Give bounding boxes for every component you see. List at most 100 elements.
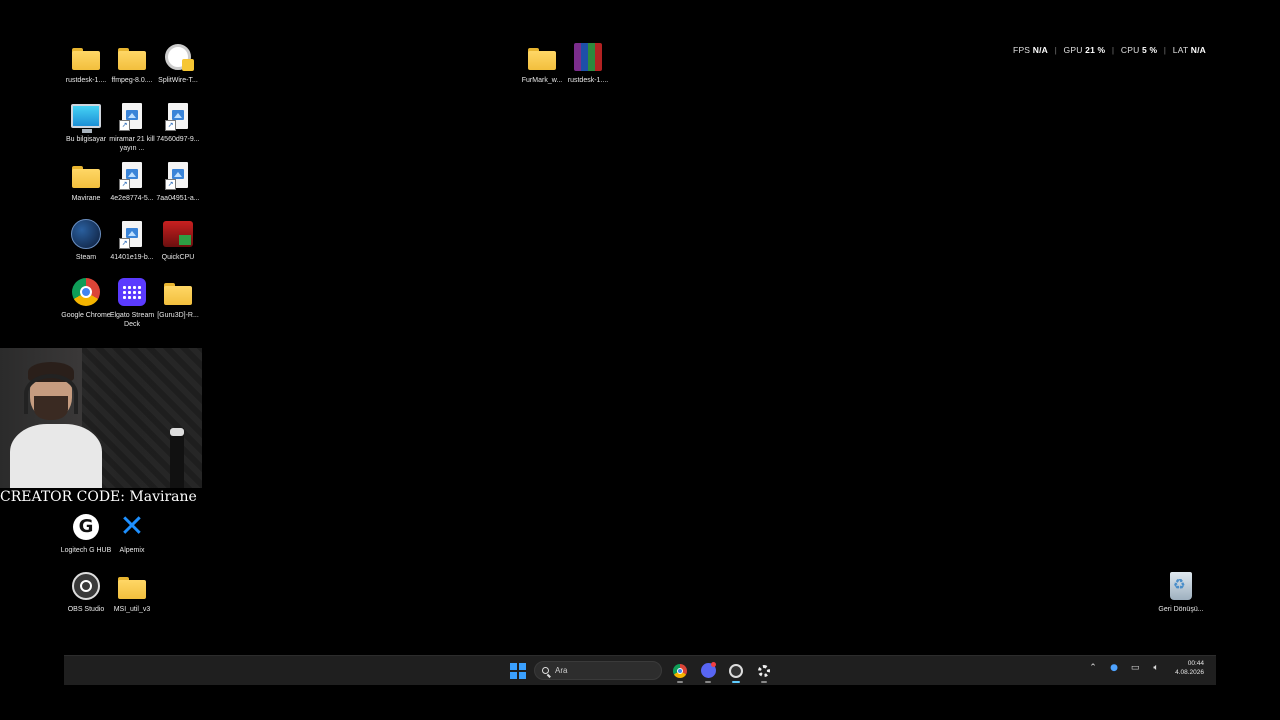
lat-value: N/A (1190, 45, 1206, 55)
desktop-icon-elgato-stream-deck[interactable]: Elgato Stream Deck (109, 277, 155, 329)
winrar-icon (573, 42, 603, 72)
creator-code-text: CREATOR CODE: Mavirane (0, 489, 197, 505)
taskbar-app-chrome[interactable] (670, 661, 690, 683)
desktop-icon-label: Elgato Stream Deck (109, 312, 155, 328)
headset-icon (24, 374, 78, 414)
desktop-icon-label: SplitWire-T... (158, 77, 198, 84)
desktop-icon-image-7aa04951[interactable]: ↗ 7aa04951-a... (155, 160, 201, 203)
desktop-icon-label: QuickCPU (161, 254, 195, 261)
clock-time: 00:44 (1187, 660, 1204, 667)
desktop-icon-label: ffmpeg-8.0.... (111, 77, 153, 84)
webcam-overlay (0, 348, 202, 488)
desktop-icon-label: [Guru3D]-R... (157, 312, 199, 319)
desktop-icon-image-41401e19[interactable]: ↗ 41401e19-b... (109, 219, 155, 262)
taskbar-search-box[interactable]: Ara (534, 661, 662, 680)
desktop-icon-furmark-folder[interactable]: FurMark_w... (519, 42, 565, 85)
gpu-value: 21 % (1085, 45, 1106, 55)
network-icon[interactable]: ▭ (1129, 663, 1141, 673)
desktop-icon-rustdesk-folder[interactable]: rustdesk-1.... (63, 42, 109, 85)
desktop-icon-logitech-g-hub[interactable]: G Logitech G HUB (60, 512, 112, 555)
desktop-icon-recycle-bin[interactable]: Geri Dönüşü... (1158, 571, 1204, 614)
obs-icon (729, 663, 743, 678)
search-placeholder: Ara (555, 666, 568, 675)
desktop-icon-label: rustdesk-1.... (65, 77, 107, 84)
cpu-label: CPU (1120, 45, 1140, 55)
desktop-icon-label: 7aa04951-a... (156, 195, 200, 202)
desktop-icon-splitwire[interactable]: SplitWire-T... (155, 42, 201, 85)
desktop-icon-steam[interactable]: Steam (63, 219, 109, 262)
desktop-icon-mavirane-folder[interactable]: Mavirane (63, 160, 109, 203)
folder-icon (117, 571, 147, 601)
microphone-icon[interactable]: ● (1108, 663, 1120, 673)
desktop-icon-label: Logitech G HUB (60, 547, 112, 554)
chevron-up-icon[interactable]: ⌃ (1087, 663, 1099, 673)
desktop-icon-label: Steam (75, 254, 97, 261)
desktop-icon-label: Geri Dönüşü... (1158, 606, 1204, 613)
taskbar-app-obs[interactable] (726, 661, 746, 683)
taskbar: Ara ⌃ ● ▭ 🔈︎ 00:44 4.08.2026 (64, 655, 1216, 685)
desktop-icon-image-74560d97[interactable]: ↗ 74560d97-9... (155, 101, 201, 144)
desktop-icon-label: 74560d97-9... (156, 136, 200, 143)
desktop-icon-ffmpeg-folder[interactable]: ffmpeg-8.0.... (109, 42, 155, 85)
gpu-label: GPU (1063, 45, 1083, 55)
streamer (10, 362, 102, 488)
desktop-icon-guru3d-folder[interactable]: [Guru3D]-R... (155, 277, 201, 320)
desktop-icon-label: Google Chrome (61, 312, 111, 319)
folder-icon (71, 160, 101, 190)
folder-icon (117, 42, 147, 72)
desktop-icon-label: 4e2e8774-5... (110, 195, 154, 202)
discord-icon (700, 663, 716, 678)
chrome-icon (673, 663, 687, 678)
folder-icon (71, 42, 101, 72)
desktop-icon-label: Alpemix (119, 547, 145, 554)
desktop-icon-label: miramar 21 kill yayın ... (109, 136, 155, 152)
recycle-bin-icon (1166, 571, 1196, 601)
image-file-icon: ↗ (117, 160, 147, 190)
desktop-icon-label: FurMark_w... (521, 77, 563, 84)
desktop-icon-this-pc[interactable]: Bu bilgisayar (63, 101, 109, 144)
monitor-icon (71, 101, 101, 133)
folder-icon (527, 42, 557, 72)
desktop-icon-quickcpu[interactable]: QuickCPU (155, 219, 201, 262)
start-button[interactable] (510, 662, 526, 679)
desktop-icon-label: 41401e19-b... (110, 254, 154, 261)
folder-icon (163, 277, 193, 307)
cpu-value: 5 % (1141, 45, 1158, 55)
stream-deck-icon (117, 277, 147, 307)
desktop-icon-label: Mavirane (71, 195, 101, 202)
desktop-icon-obs-studio[interactable]: OBS Studio (63, 571, 109, 614)
desktop-icon-msi-util-folder[interactable]: MSI_util_v3 (109, 571, 155, 614)
splitwire-icon (163, 42, 194, 72)
lat-label: LAT (1172, 45, 1189, 55)
volume-icon[interactable]: 🔈︎ (1150, 663, 1162, 673)
desktop-icon-miramar-image[interactable]: ↗ miramar 21 kill yayın ... (109, 101, 155, 153)
steam-icon (71, 219, 101, 249)
overlay-separator: | (1111, 45, 1115, 55)
desktop-icon-alpemix[interactable]: ✕ Alpemix (109, 512, 155, 555)
fps-value: N/A (1032, 45, 1048, 55)
obs-icon (71, 571, 101, 601)
desktop-icon-label: MSI_util_v3 (113, 606, 151, 613)
overlay-separator: | (1054, 45, 1057, 55)
system-tray: ⌃ ● ▭ 🔈︎ 00:44 4.08.2026 (1087, 659, 1204, 677)
desktop-icon-label: OBS Studio (67, 606, 105, 613)
desktop-icon-google-chrome[interactable]: Google Chrome (61, 277, 111, 320)
performance-overlay: FPS N/A | GPU 21 % | CPU 5 % | LAT N/A (1013, 45, 1206, 55)
microphone (170, 428, 184, 488)
taskbar-clock[interactable]: 00:44 4.08.2026 (1175, 659, 1204, 677)
taskbar-app-discord[interactable] (698, 661, 718, 683)
image-file-icon: ↗ (117, 101, 147, 131)
desktop-icon-label: rustdesk-1.... (567, 77, 609, 84)
image-file-icon: ↗ (117, 219, 147, 249)
logitech-icon: G (71, 512, 101, 542)
taskbar-app-settings[interactable] (754, 661, 774, 683)
gear-icon (758, 664, 770, 677)
image-file-icon: ↗ (163, 101, 193, 131)
quickcpu-icon (163, 219, 193, 249)
search-icon (542, 667, 549, 674)
desktop-icon-image-4e2e8774[interactable]: ↗ 4e2e8774-5... (109, 160, 155, 203)
windows-logo-icon (510, 662, 517, 670)
alpemix-icon: ✕ (119, 509, 145, 544)
desktop-icon-rustdesk-archive[interactable]: rustdesk-1.... (565, 42, 611, 85)
chrome-icon (71, 277, 101, 307)
